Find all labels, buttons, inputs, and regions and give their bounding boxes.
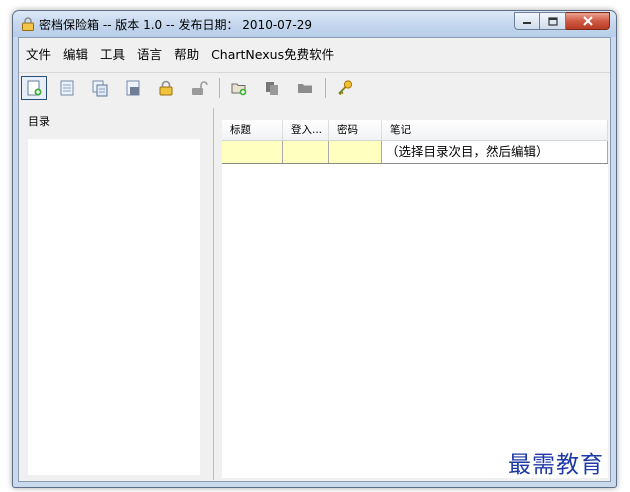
menu-divider	[19, 72, 610, 73]
key-button[interactable]	[332, 76, 358, 100]
directory-tree[interactable]	[28, 139, 200, 475]
directory-label: 目录	[28, 115, 50, 128]
paste-document-button[interactable]	[120, 76, 146, 100]
column-header-title[interactable]: 标题	[222, 120, 283, 140]
entries-grid[interactable]: 标题 登入... 密码 笔记 （选择目录次目，然后编辑）	[222, 120, 608, 478]
unlock-icon	[192, 81, 208, 95]
new-folder-icon	[231, 83, 247, 96]
folder-button[interactable]	[292, 76, 318, 100]
menu-edit[interactable]: 编辑	[58, 44, 93, 63]
toolbar-separator	[325, 78, 326, 98]
minimize-button[interactable]	[514, 12, 540, 30]
menu-bar: 文件 编辑 工具 语言 帮助 ChartNexus免费软件	[19, 38, 610, 68]
cell-login[interactable]	[283, 141, 329, 163]
copy-icon	[266, 82, 278, 95]
entries-panel: 标题 登入... 密码 笔记 （选择目录次目，然后编辑）	[219, 108, 610, 480]
client-area: 文件 编辑 工具 语言 帮助 ChartNexus免费软件 目录 标题 登入..…	[18, 37, 611, 482]
folder-icon	[298, 84, 312, 93]
app-window: 密档保险箱 -- 版本 1.0 -- 发布日期： 2010-07-29 文件 编…	[12, 10, 617, 488]
cell-password[interactable]	[329, 141, 382, 163]
toolbar-separator	[219, 78, 220, 98]
lock-app-icon	[22, 17, 34, 31]
cell-title[interactable]	[222, 141, 283, 163]
copy-document-button[interactable]	[87, 76, 113, 100]
column-header-password[interactable]: 密码	[329, 120, 382, 140]
lock-icon	[159, 80, 173, 96]
document-button[interactable]	[54, 76, 80, 100]
window-controls	[514, 12, 610, 30]
paste-document-icon	[126, 80, 140, 96]
close-button[interactable]	[566, 12, 610, 30]
minimize-icon	[523, 22, 531, 24]
cell-note[interactable]: （选择目录次目，然后编辑）	[382, 141, 608, 163]
new-entry-button[interactable]	[21, 76, 47, 100]
key-icon	[338, 80, 353, 96]
copy-button[interactable]	[259, 76, 285, 100]
table-row[interactable]: （选择目录次目，然后编辑）	[222, 141, 608, 164]
grid-header: 标题 登入... 密码 笔记	[222, 120, 608, 141]
window-title: 密档保险箱 -- 版本 1.0 -- 发布日期： 2010-07-29	[39, 18, 313, 32]
menu-chartnexus[interactable]: ChartNexus免费软件	[206, 44, 339, 63]
menu-file[interactable]: 文件	[21, 44, 56, 63]
lock-button[interactable]	[153, 76, 179, 100]
menu-language[interactable]: 语言	[132, 44, 167, 63]
menu-help[interactable]: 帮助	[169, 44, 204, 63]
maximize-button[interactable]	[540, 12, 566, 30]
maximize-icon	[547, 16, 558, 26]
menu-tools[interactable]: 工具	[95, 44, 130, 63]
watermark: 最需教育	[508, 452, 604, 478]
directory-panel: 目录	[20, 108, 214, 480]
column-header-login[interactable]: 登入...	[283, 120, 329, 140]
new-folder-button[interactable]	[226, 76, 252, 100]
column-header-note[interactable]: 笔记	[382, 120, 608, 140]
close-icon	[582, 16, 593, 26]
document-icon	[60, 80, 74, 96]
toolbar	[21, 74, 365, 102]
unlock-button[interactable]	[186, 76, 212, 100]
title-bar[interactable]: 密档保险箱 -- 版本 1.0 -- 发布日期： 2010-07-29	[13, 11, 616, 37]
new-entry-icon	[27, 80, 42, 96]
copy-document-icon	[92, 80, 108, 97]
